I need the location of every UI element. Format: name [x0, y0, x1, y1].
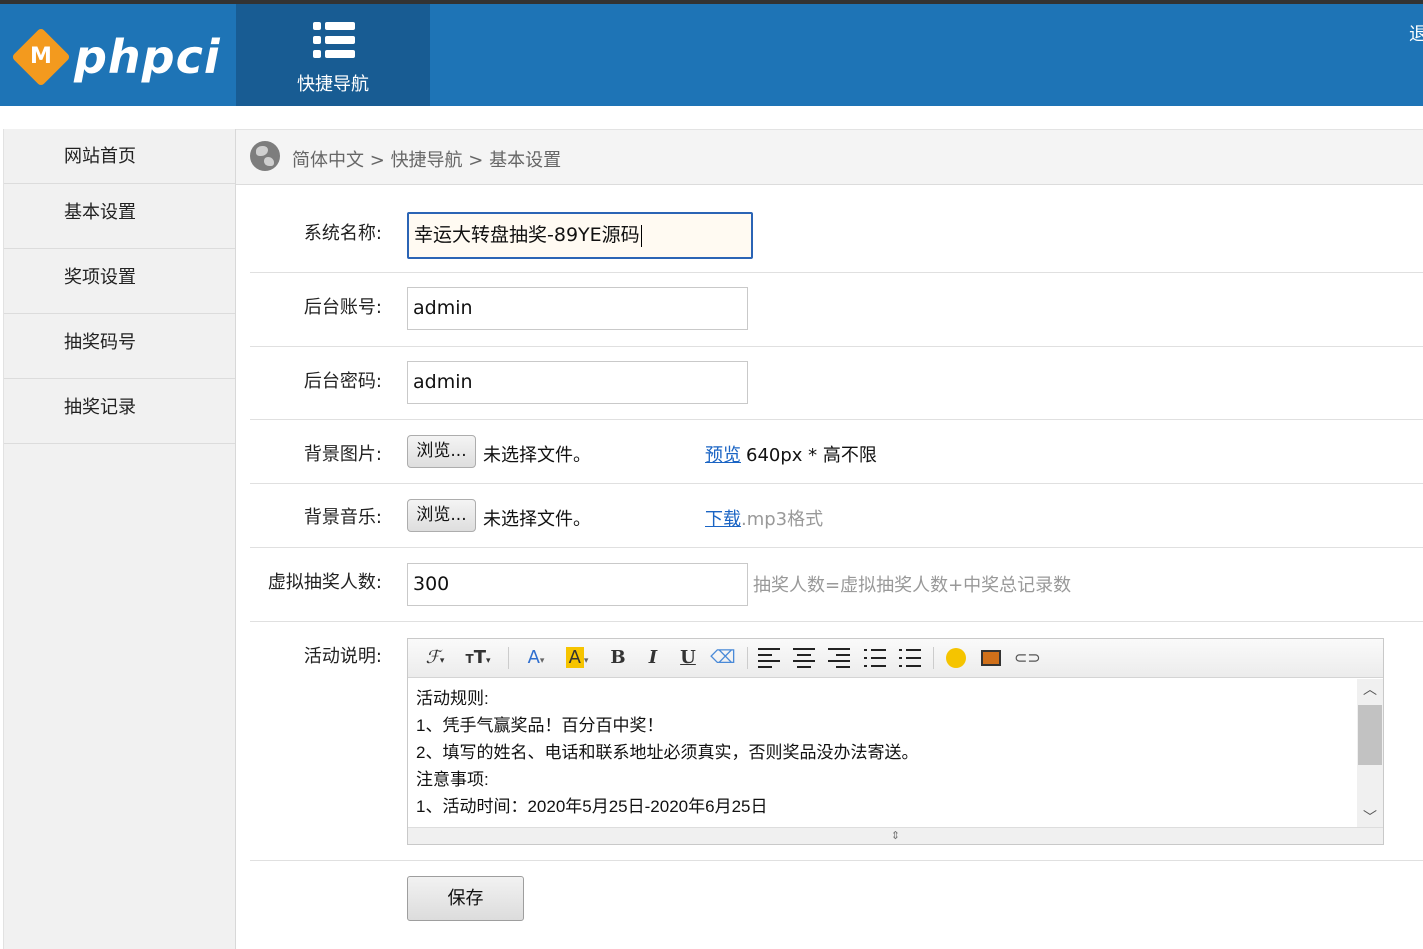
- rich-text-editor: ℱ▾ TT▾ A▾ A ▾ B I U ⌫ ⊂⊃ 活动规则: 1、凭手气赢奖品！…: [407, 638, 1384, 845]
- breadcrumb-item-quick-nav[interactable]: 快捷导航: [391, 150, 463, 171]
- eraser-icon[interactable]: ⌫: [710, 645, 736, 671]
- breadcrumb-separator: >: [468, 150, 484, 171]
- virtual-participants-label: 虚拟抽奖人数:: [267, 572, 382, 593]
- toolbar-separator: [933, 647, 934, 669]
- toolbar-separator: [747, 647, 748, 669]
- logout-link[interactable]: 退出: [1409, 20, 1423, 46]
- font-family-icon[interactable]: ℱ▾: [418, 645, 452, 671]
- form-row-admin-password: 后台密码: admin: [250, 347, 1423, 420]
- underline-icon[interactable]: U: [676, 645, 700, 671]
- admin-account-input[interactable]: admin: [407, 287, 748, 330]
- list-icon: [313, 22, 357, 58]
- breadcrumb-item-current: 基本设置: [489, 150, 562, 171]
- sidebar-item-basic-settings[interactable]: 基本设置: [4, 184, 235, 249]
- system-name-input[interactable]: 幸运大转盘抽奖-89YE源码: [407, 212, 753, 259]
- logo-text: phpci: [74, 30, 221, 84]
- admin-password-label: 后台密码:: [303, 371, 382, 392]
- editor-line: 1、凭手气赢奖品！百分百中奖！: [416, 716, 664, 735]
- emoticon-icon[interactable]: [944, 645, 968, 671]
- insert-image-icon[interactable]: [979, 645, 1003, 671]
- sidebar: 网站首页 基本设置 奖项设置 抽奖码号 抽奖记录: [3, 129, 236, 949]
- editor-scrollbar[interactable]: ︿ ﹀: [1357, 679, 1383, 829]
- tab-quick-nav[interactable]: 快捷导航: [236, 4, 430, 106]
- virtual-participants-hint: 抽奖人数=虚拟抽奖人数+中奖总记录数: [753, 575, 1072, 596]
- top-header: M phpci 退出: [0, 4, 1423, 106]
- scrollbar-thumb[interactable]: [1358, 705, 1382, 765]
- scroll-down-icon[interactable]: ﹀: [1357, 807, 1383, 829]
- background-music-download-link[interactable]: 下载: [705, 505, 741, 531]
- logo-badge: M: [30, 44, 52, 69]
- virtual-participants-input[interactable]: 300: [407, 563, 748, 606]
- font-color-icon[interactable]: A▾: [520, 645, 552, 671]
- scroll-up-icon[interactable]: ︿: [1357, 679, 1383, 701]
- align-center-icon[interactable]: [793, 648, 815, 668]
- font-size-icon[interactable]: TT▾: [460, 645, 496, 671]
- globe-icon: [250, 141, 280, 171]
- text-caret: [640, 224, 642, 247]
- highlight-color-icon[interactable]: A ▾: [560, 645, 594, 671]
- background-music-format-hint: .mp3格式: [741, 509, 824, 530]
- form-row-system-name: 系统名称: 幸运大转盘抽奖-89YE源码: [250, 200, 1423, 273]
- system-name-value: 幸运大转盘抽奖-89YE源码: [414, 224, 640, 246]
- tab-quick-nav-label: 快捷导航: [297, 74, 369, 95]
- unordered-list-icon[interactable]: [899, 648, 921, 668]
- background-image-preview-link[interactable]: 预览: [705, 441, 741, 467]
- breadcrumb-separator: >: [369, 150, 385, 171]
- editor-content[interactable]: 活动规则: 1、凭手气赢奖品！百分百中奖！ 2、填写的姓名、电话和联系地址必须真…: [416, 685, 1356, 820]
- sidebar-item-prize-settings[interactable]: 奖项设置: [4, 249, 235, 314]
- admin-password-input[interactable]: admin: [407, 361, 748, 404]
- breadcrumb-item-language[interactable]: 简体中文: [292, 150, 364, 171]
- system-name-label: 系统名称:: [303, 223, 382, 244]
- background-image-size-hint: 640px * 高不限: [746, 445, 877, 466]
- form-row-background-image: 背景图片: 浏览... 未选择文件。 预览 640px * 高不限: [250, 420, 1423, 484]
- editor-resize-handle[interactable]: ⇕: [408, 827, 1383, 844]
- background-image-browse-button[interactable]: 浏览...: [407, 435, 476, 468]
- logo[interactable]: M phpci: [11, 27, 220, 90]
- save-button[interactable]: 保存: [407, 876, 524, 921]
- toolbar-separator: [508, 647, 509, 669]
- form-row-admin-account: 后台账号: admin: [250, 273, 1423, 347]
- breadcrumb-text: 简体中文 > 快捷导航 > 基本设置: [292, 146, 561, 172]
- ordered-list-icon[interactable]: [864, 648, 886, 668]
- editor-line: 2、填写的姓名、电话和联系地址必须真实，否则奖品没办法寄送。: [416, 743, 919, 762]
- form-row-background-music: 背景音乐: 浏览... 未选择文件。 下载 .mp3格式: [250, 484, 1423, 548]
- background-image-label: 背景图片:: [303, 444, 382, 465]
- form-row-activity-description: 活动说明: ℱ▾ TT▾ A▾ A ▾ B I U ⌫ ⊂⊃ 活动规则: 1、凭…: [250, 622, 1423, 861]
- background-image-file-status: 未选择文件。: [483, 445, 591, 466]
- editor-toolbar: ℱ▾ TT▾ A▾ A ▾ B I U ⌫ ⊂⊃: [408, 639, 1383, 678]
- background-music-label: 背景音乐:: [303, 507, 382, 528]
- activity-description-label: 活动说明:: [303, 646, 382, 667]
- admin-account-label: 后台账号:: [303, 297, 382, 318]
- form-row-virtual-participants: 虚拟抽奖人数: 300 抽奖人数=虚拟抽奖人数+中奖总记录数: [250, 548, 1423, 622]
- editor-line: 活动规则:: [416, 689, 489, 708]
- sidebar-item-lottery-codes[interactable]: 抽奖码号: [4, 314, 235, 379]
- align-right-icon[interactable]: [828, 648, 850, 668]
- sidebar-item-lottery-records[interactable]: 抽奖记录: [4, 379, 235, 444]
- background-music-browse-button[interactable]: 浏览...: [407, 499, 476, 532]
- editor-line: 注意事项:: [416, 770, 489, 789]
- sidebar-item-home[interactable]: 网站首页: [4, 129, 235, 184]
- editor-line: 1、活动时间：2020年5月25日-2020年6月25日: [416, 797, 768, 816]
- background-music-file-status: 未选择文件。: [483, 509, 591, 530]
- breadcrumb: 简体中文 > 快捷导航 > 基本设置: [236, 129, 1423, 185]
- link-icon[interactable]: ⊂⊃: [1014, 645, 1041, 671]
- align-left-icon[interactable]: [758, 648, 780, 668]
- bold-icon[interactable]: B: [606, 645, 630, 671]
- italic-icon[interactable]: I: [641, 645, 665, 671]
